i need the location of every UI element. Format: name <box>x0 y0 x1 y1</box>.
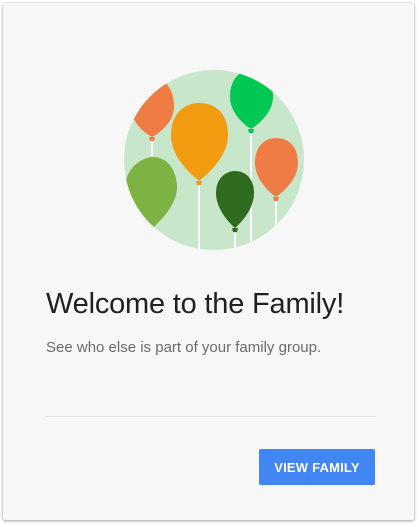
welcome-card: Welcome to the Family! See who else is p… <box>3 3 414 520</box>
view-family-button[interactable]: VIEW FAMILY <box>259 449 375 485</box>
card-divider <box>46 416 376 417</box>
welcome-subtitle: See who else is part of your family grou… <box>46 339 322 356</box>
balloons-illustration <box>121 65 307 255</box>
welcome-title: Welcome to the Family! <box>46 288 345 320</box>
